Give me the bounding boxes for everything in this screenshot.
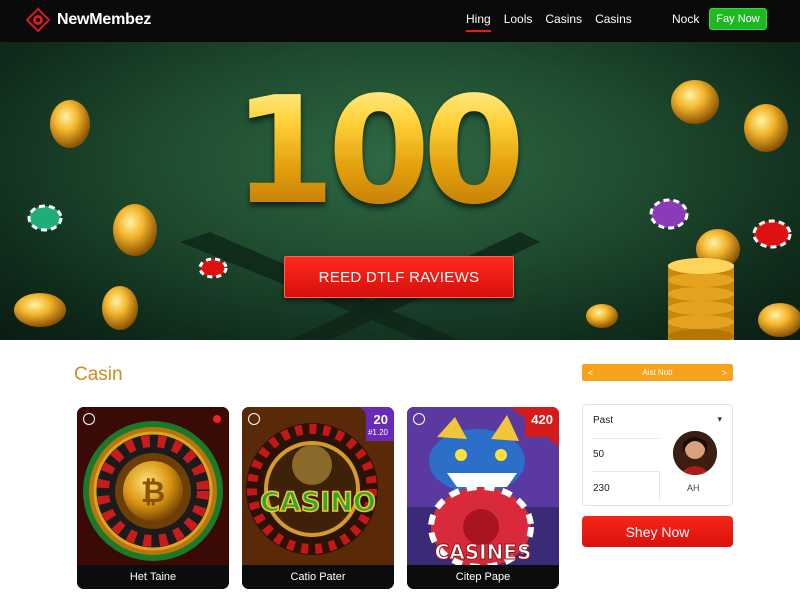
filter-bar[interactable]: < Aist Nott >	[582, 364, 733, 381]
brand-logo[interactable]: NewMembez	[26, 8, 151, 32]
card-badge: 20 #1.20	[368, 413, 388, 439]
user-avatar-icon	[673, 431, 717, 475]
panel-dropdown-label[interactable]: Past	[593, 415, 613, 426]
card-badge: 420	[531, 413, 553, 426]
hero-banner: 100 REED DTLF RAVIEWS	[0, 42, 800, 340]
avatar[interactable]	[673, 431, 717, 475]
nav-link-casinos-2[interactable]: Casins	[595, 12, 632, 32]
coin-icon	[671, 80, 719, 124]
card-title: Catio Pater	[242, 565, 394, 589]
filter-label: Aist Nott	[642, 368, 673, 377]
chip-icon	[649, 198, 689, 230]
coin-icon	[113, 204, 157, 256]
casino-card[interactable]: ₿ Het Taine	[77, 407, 229, 589]
card-badge-value: 420	[531, 412, 553, 427]
chip-icon	[752, 219, 792, 249]
svg-text:₿: ₿	[141, 475, 165, 510]
dragon-image: CASINES	[407, 407, 559, 589]
nav-link-casinos[interactable]: Casins	[545, 12, 582, 32]
svg-text:CASINO: CASINO	[260, 487, 376, 518]
coin-icon	[50, 100, 90, 148]
shop-now-button[interactable]: Shey Now	[582, 516, 733, 547]
coin-icon	[14, 293, 66, 327]
coin-stack-icon	[668, 258, 734, 340]
hero-title: 100	[205, 76, 545, 226]
coin-icon	[744, 104, 788, 152]
chip-icon	[198, 257, 228, 279]
divider	[593, 471, 659, 472]
status-dot-icon	[213, 415, 221, 423]
card-title: Citep Pape	[407, 565, 559, 589]
card-title: Het Taine	[77, 565, 229, 589]
top-navbar: NewMembez Hing Lools Casins Casins Nock …	[0, 0, 800, 42]
nav-links: Hing Lools Casins Casins	[466, 12, 632, 32]
info-icon[interactable]	[248, 413, 260, 425]
casino-card[interactable]: CASINES 420 Citep Pape	[407, 407, 559, 589]
casino-card[interactable]: CASINO 20 #1.20 Catio Pater	[242, 407, 394, 589]
roulette-wheel-icon: ₿	[77, 407, 229, 589]
section-title: Casin	[74, 364, 123, 385]
info-icon[interactable]	[413, 413, 425, 425]
chevron-down-icon[interactable]: ▾	[717, 414, 722, 425]
info-icon[interactable]	[83, 413, 95, 425]
hero-reviews-button[interactable]: REED DTLF RAVIEWS	[284, 256, 514, 298]
login-link[interactable]: Nock	[672, 12, 699, 26]
brand-logo-icon	[26, 8, 50, 32]
nav-link-tools[interactable]: Lools	[504, 12, 533, 32]
divider	[659, 471, 660, 501]
avatar-caption: AH	[687, 483, 700, 493]
brand-name: NewMembez	[57, 11, 152, 28]
panel-value-2: 230	[593, 483, 610, 494]
divider	[593, 438, 659, 439]
chip-icon	[27, 204, 63, 232]
coin-icon	[758, 303, 800, 337]
coin-icon	[586, 304, 618, 328]
svg-text:CASINES: CASINES	[435, 540, 532, 564]
play-now-button[interactable]: Fay Now	[709, 8, 767, 30]
coin-icon	[102, 286, 138, 330]
card-badge-sub: #1.20	[367, 428, 388, 437]
panel-value-1: 50	[593, 449, 605, 460]
chevron-left-icon[interactable]: <	[588, 368, 593, 378]
card-badge-value: 20	[373, 412, 388, 427]
chevron-right-icon[interactable]: >	[722, 368, 727, 378]
nav-link-home[interactable]: Hing	[466, 12, 491, 32]
filter-panel: Past ▾ 50 230 AH	[582, 404, 733, 506]
